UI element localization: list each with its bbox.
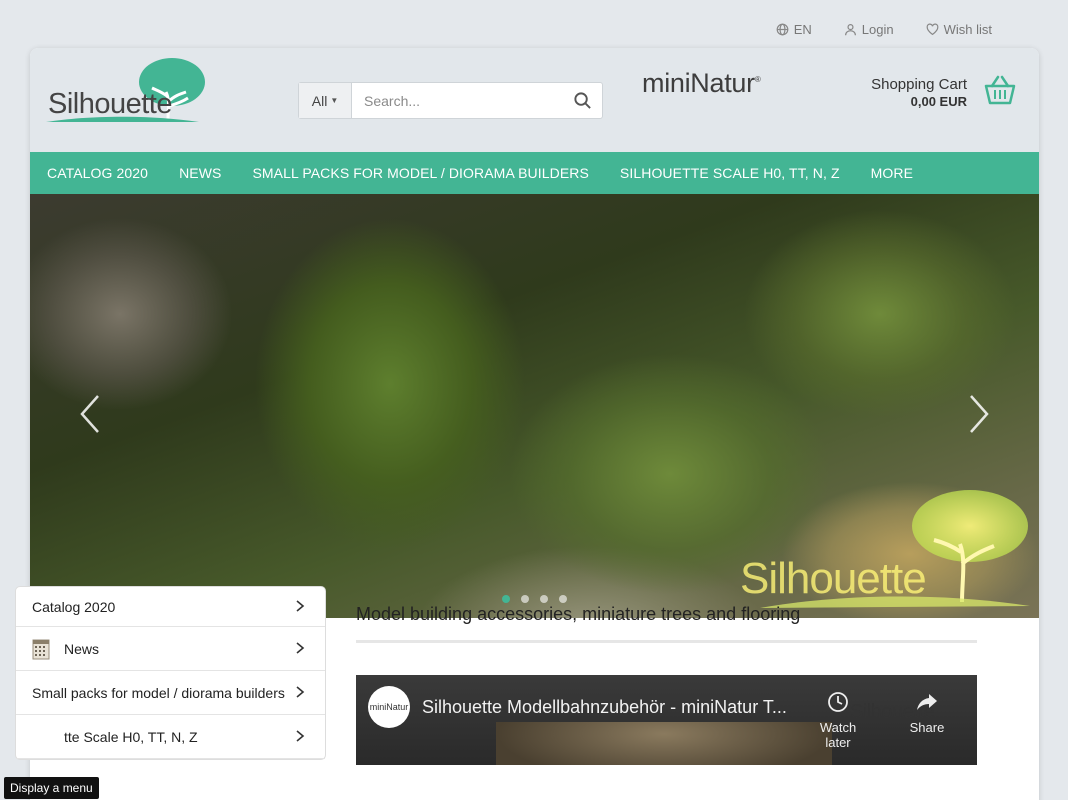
sidebar-item-label: tte Scale H0, TT, N, Z [64, 728, 198, 745]
title-divider [356, 640, 977, 643]
nav-item-small-packs[interactable]: SMALL PACKS FOR MODEL / DIORAMA BUILDERS [252, 165, 588, 181]
chevron-right-icon [295, 599, 305, 615]
search-category-select[interactable]: All ▼ [299, 83, 352, 118]
chevron-right-icon [295, 685, 305, 701]
slider-dot-2[interactable] [521, 595, 529, 603]
hero-brand-text: Silhouette [740, 554, 927, 603]
share-label: Share [909, 720, 945, 735]
caret-down-icon: ▼ [330, 96, 339, 105]
wishlist-label: Wish list [943, 22, 992, 37]
sidebar-item-catalog-2020[interactable]: Catalog 2020 [16, 587, 325, 627]
cart-label: Shopping Cart [871, 76, 967, 93]
video-title[interactable]: Silhouette Modellbahnzubehör - miniNatur… [422, 697, 812, 718]
logo-text: Silhouette [48, 88, 173, 120]
slider-next-button[interactable] [963, 392, 993, 436]
nav-item-silhouette-scale[interactable]: SILHOUETTE SCALE H0, TT, N, Z [620, 165, 840, 181]
language-selector[interactable]: EN [776, 22, 812, 37]
sidebar-item-label: Small packs for model / diorama builders [32, 684, 285, 701]
search-bar: All ▼ [298, 82, 603, 119]
main-nav: CATALOG 2020 NEWS SMALL PACKS FOR MODEL … [30, 152, 1039, 194]
heart-icon [926, 23, 939, 36]
clock-icon [828, 692, 848, 712]
basket-icon[interactable] [983, 74, 1017, 106]
channel-avatar[interactable]: miniNatur [368, 686, 410, 728]
sidebar-item-news[interactable]: News [16, 627, 325, 671]
watch-later-label: Watch later [819, 720, 857, 750]
calendar-icon [32, 639, 50, 659]
site-header: Silhouette All ▼ miniNatur® Shopping Car… [30, 48, 1039, 152]
page-title: Model building accessories, miniature tr… [356, 604, 801, 624]
search-icon [573, 92, 591, 109]
display-menu-button[interactable]: Display a menu [4, 777, 99, 799]
share-button[interactable]: Share [902, 691, 952, 735]
share-arrow-icon [917, 694, 937, 710]
category-sidebar: Catalog 2020 News Small packs for model … [15, 586, 326, 760]
login-link[interactable]: Login [844, 22, 894, 37]
search-input[interactable] [352, 83, 562, 118]
watch-later-button[interactable]: Watch later [808, 691, 868, 750]
sidebar-item-small-packs[interactable]: Small packs for model / diorama builders [16, 671, 325, 715]
chevron-right-icon [295, 641, 305, 657]
nav-item-news[interactable]: NEWS [179, 165, 221, 181]
slider-dot-4[interactable] [559, 595, 567, 603]
registered-mark: ® [754, 75, 761, 84]
hero-slider: Silhouette [30, 194, 1039, 618]
cart-amount: 0,00 EUR [910, 94, 967, 109]
search-button[interactable] [562, 83, 602, 118]
slider-prev-button[interactable] [76, 392, 106, 436]
login-label: Login [861, 22, 894, 37]
channel-name: miniNatur [369, 702, 409, 712]
shopping-cart[interactable]: Shopping Cart 0,00 EUR [871, 76, 967, 109]
slider-dot-3[interactable] [540, 595, 548, 603]
globe-icon [776, 23, 789, 36]
silhouette-logo[interactable]: Silhouette [44, 58, 206, 124]
sidebar-item-label: News [64, 640, 100, 657]
sidebar-item-silhouette-scale[interactable]: tte Scale H0, TT, N, Z [16, 715, 325, 759]
search-category-label: All [311, 92, 328, 109]
user-icon [844, 24, 856, 36]
nav-item-more[interactable]: MORE [871, 165, 913, 181]
sidebar-item-label: Catalog 2020 [32, 598, 116, 615]
chevron-right-icon [970, 395, 989, 433]
wishlist-link[interactable]: Wish list [926, 22, 992, 37]
slider-dots [502, 595, 567, 603]
slider-dot-1[interactable] [502, 595, 510, 603]
chevron-left-icon [80, 395, 99, 433]
top-utility-bar: EN Login Wish list [776, 22, 992, 37]
mininatur-logo-text: miniNatur [642, 68, 755, 98]
video-thumbnail [496, 722, 832, 765]
youtube-video-embed[interactable]: miniNatur Silhouette Modellbahnzubehör -… [356, 675, 977, 765]
mininatur-logo[interactable]: miniNatur® [642, 68, 761, 99]
language-label: EN [793, 22, 812, 37]
chevron-right-icon [295, 729, 305, 745]
nav-item-catalog-2020[interactable]: CATALOG 2020 [47, 165, 148, 181]
